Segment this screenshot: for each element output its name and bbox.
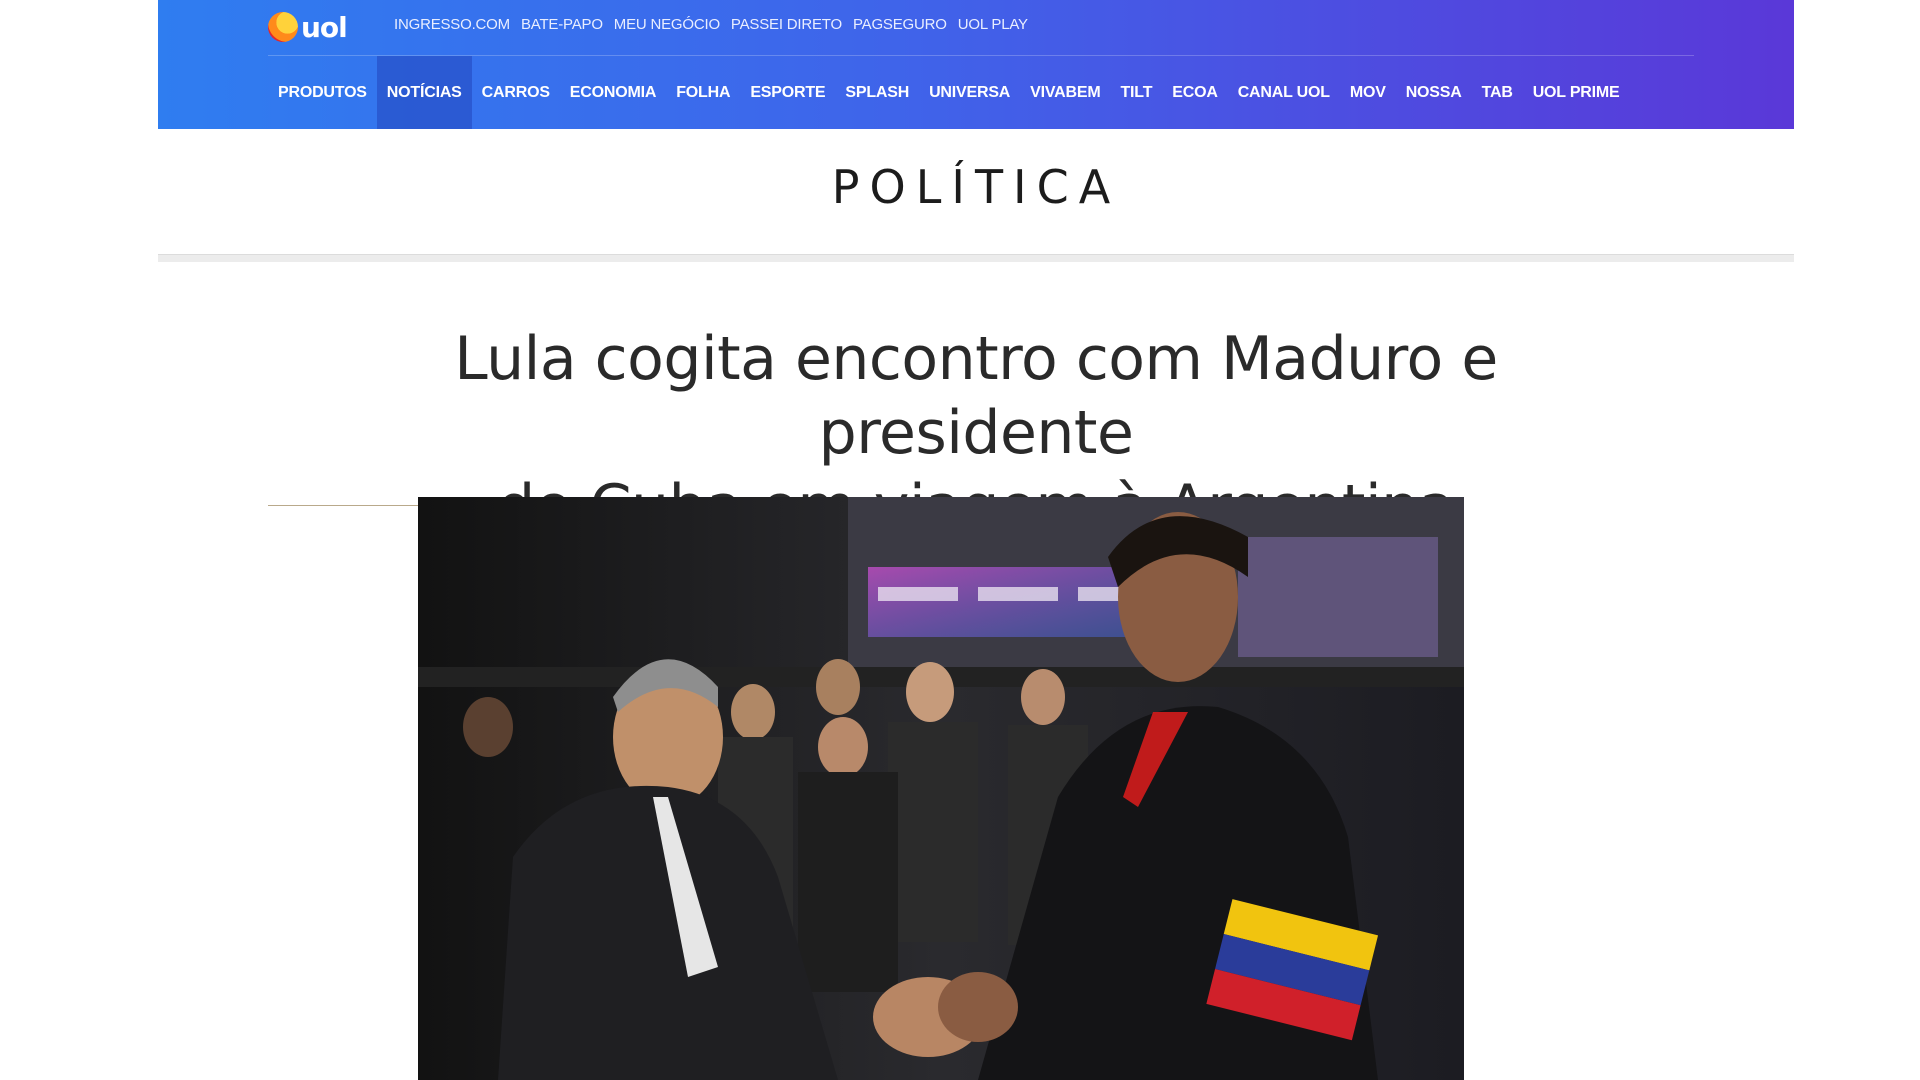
site-header: uol INGRESSO.COM BATE-PAPO MEU NEGÓCIO P… <box>158 0 1794 129</box>
decorative-line <box>268 505 418 506</box>
top-link-bate-papo[interactable]: BATE-PAPO <box>521 16 603 33</box>
nav-item-tilt[interactable]: TILT <box>1110 56 1162 129</box>
nav-item-splash[interactable]: SPLASH <box>835 56 919 129</box>
top-link-passei-direto[interactable]: PASSEI DIRETO <box>731 16 842 33</box>
nav-item-uol-prime[interactable]: UOL PRIME <box>1523 56 1630 129</box>
section-divider <box>158 254 1794 262</box>
nav-item-folha[interactable]: FOLHA <box>666 56 740 129</box>
logo-text: uol <box>301 10 348 44</box>
nav-item-esporte[interactable]: ESPORTE <box>740 56 835 129</box>
uol-article-page: uol INGRESSO.COM BATE-PAPO MEU NEGÓCIO P… <box>0 0 1920 1080</box>
uol-logo-icon <box>268 12 298 42</box>
top-links: INGRESSO.COM BATE-PAPO MEU NEGÓCIO PASSE… <box>394 16 1028 34</box>
nav-item-tab[interactable]: TAB <box>1472 56 1523 129</box>
top-link-uol-play[interactable]: UOL PLAY <box>958 16 1028 33</box>
top-link-ingresso[interactable]: INGRESSO.COM <box>394 16 510 33</box>
top-link-pagseguro[interactable]: PAGSEGURO <box>853 16 947 33</box>
section-title[interactable]: POLÍTICA <box>158 160 1794 214</box>
article-photo <box>418 497 1464 1080</box>
top-link-meu-negocio[interactable]: MEU NEGÓCIO <box>614 16 720 33</box>
nav-item-noticias[interactable]: NOTÍCIAS <box>376 56 472 129</box>
nav-item-economia[interactable]: ECONOMIA <box>560 56 666 129</box>
nav-item-vivabem[interactable]: VIVABEM <box>1020 56 1110 129</box>
nav-item-produtos[interactable]: PRODUTOS <box>268 56 377 129</box>
nav-item-carros[interactable]: CARROS <box>472 56 560 129</box>
headline-line-1: Lula cogita encontro com Maduro e presid… <box>454 324 1498 468</box>
uol-logo[interactable]: uol <box>268 10 358 44</box>
nav-item-nossa[interactable]: NOSSA <box>1396 56 1472 129</box>
article-photo-illustration <box>418 497 1464 1080</box>
nav-item-ecoa[interactable]: ECOA <box>1162 56 1227 129</box>
nav-item-universa[interactable]: UNIVERSA <box>919 56 1020 129</box>
top-bar: uol INGRESSO.COM BATE-PAPO MEU NEGÓCIO P… <box>268 0 1694 56</box>
nav-item-mov[interactable]: MOV <box>1340 56 1396 129</box>
nav-item-canal-uol[interactable]: CANAL UOL <box>1228 56 1340 129</box>
main-nav: PRODUTOS NOTÍCIAS CARROS ECONOMIA FOLHA … <box>268 56 1630 129</box>
